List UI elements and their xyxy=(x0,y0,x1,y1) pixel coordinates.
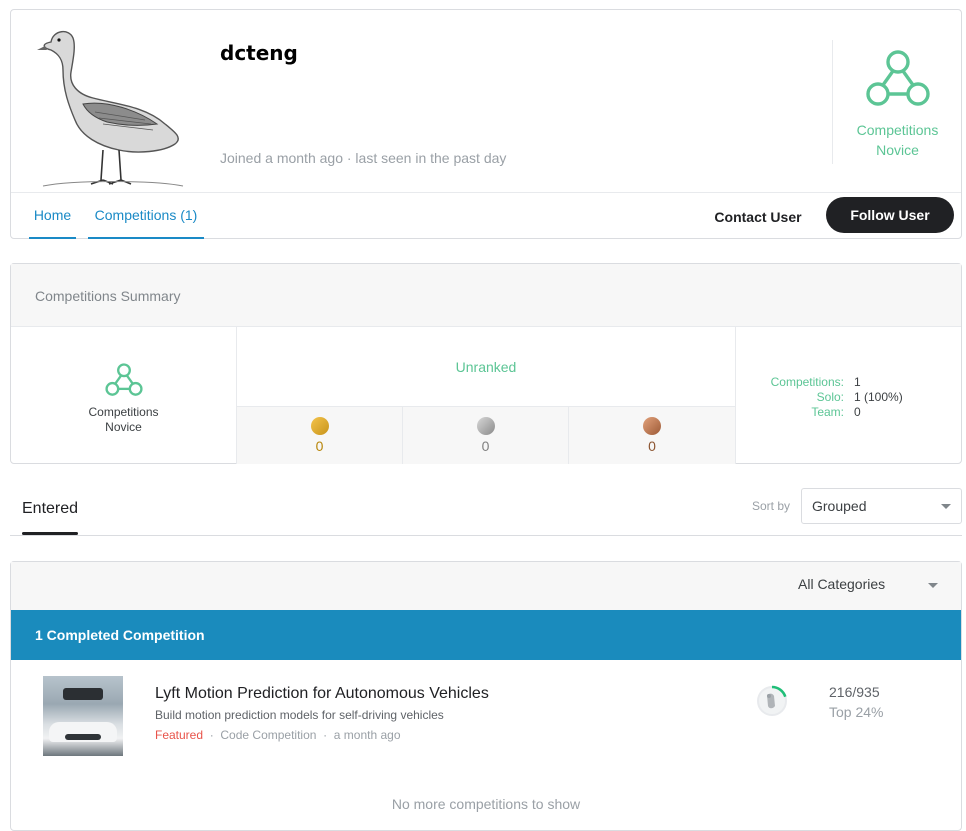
chevron-down-icon xyxy=(941,504,951,509)
competition-kind: Code Competition xyxy=(220,728,317,742)
competition-description: Build motion prediction models for self-… xyxy=(155,708,444,722)
competition-stats: Competitions: 1 Solo: 1 (100%) Team: 0 xyxy=(736,327,962,464)
joined-status: Joined a month ago · last seen in the pa… xyxy=(220,150,507,166)
list-filter-bar: All Categories xyxy=(11,562,961,610)
competitions-summary: Competitions Summary Competitions Novice… xyxy=(10,263,962,464)
stat-solo: Solo: 1 (100%) xyxy=(736,390,962,405)
stat-label: Competitions: xyxy=(770,375,844,389)
stat-label: Solo: xyxy=(816,390,844,404)
competition-meta: Featured · Code Competition · a month ag… xyxy=(155,728,401,742)
stat-competitions: Competitions: 1 xyxy=(736,375,962,390)
no-more-message: No more competitions to show xyxy=(391,796,581,812)
competition-thumbnail[interactable] xyxy=(43,676,123,756)
stat-team: Team: 0 xyxy=(736,405,962,420)
contact-user-button[interactable]: Contact User xyxy=(703,205,813,229)
car-grill xyxy=(65,734,101,740)
meta-separator: · xyxy=(206,728,221,742)
competitions-list: All Categories 1 Completed Competition L… xyxy=(10,561,962,831)
gold-medal-icon xyxy=(310,417,329,435)
sort-select[interactable]: Grouped xyxy=(801,488,962,524)
goose-avatar xyxy=(37,31,184,187)
category-select[interactable]: All Categories xyxy=(798,576,885,592)
bronze-medal: 0 xyxy=(569,407,736,464)
tier-badge: Competitions Novice xyxy=(832,40,962,164)
competition-type: Featured xyxy=(155,728,204,742)
competitions-tier-icon xyxy=(104,363,143,396)
tab-home[interactable]: Home xyxy=(29,193,76,239)
summary-title: Competitions Summary xyxy=(35,288,181,304)
profile-card: dcteng Joined a month ago · last seen in… xyxy=(10,9,962,239)
summary-tier: Competitions Novice xyxy=(11,327,237,464)
tab-competitions[interactable]: Competitions (1) xyxy=(88,193,204,239)
tier-category: Competitions xyxy=(856,122,939,138)
tier-level: Novice xyxy=(876,142,919,158)
gold-medal: 0 xyxy=(237,407,403,464)
follow-user-button[interactable]: Follow User xyxy=(826,197,954,233)
stat-value: 1 xyxy=(854,375,861,389)
tab-entered[interactable]: Entered xyxy=(22,500,78,518)
bronze-medal-icon xyxy=(643,417,661,435)
summary-tier-category: Competitions xyxy=(88,405,159,419)
silver-medal-count: 0 xyxy=(481,438,490,454)
bronze-medal-count: 0 xyxy=(648,438,656,454)
competition-when: a month ago xyxy=(333,728,401,742)
meta-separator: · xyxy=(319,728,334,742)
silver-medal: 0 xyxy=(403,407,569,464)
silver-medal-icon xyxy=(476,417,495,435)
competitions-tier-icon xyxy=(865,50,930,106)
competition-title[interactable]: Lyft Motion Prediction for Autonomous Ve… xyxy=(155,685,489,703)
summary-tier-level: Novice xyxy=(105,420,142,434)
sort-by-label: Sort by xyxy=(752,499,791,513)
chevron-down-icon[interactable] xyxy=(928,583,938,588)
rank-progress-icon xyxy=(757,685,787,716)
username: dcteng xyxy=(220,41,298,65)
sort-value: Grouped xyxy=(812,498,867,514)
competition-rank: 216/935 xyxy=(829,684,880,700)
stat-value: 0 xyxy=(854,405,861,419)
rank-status: Unranked xyxy=(237,327,736,407)
sensor-rack xyxy=(63,688,103,700)
gold-medal-count: 0 xyxy=(315,438,324,454)
completed-header: 1 Completed Competition xyxy=(11,610,961,660)
entered-divider xyxy=(10,535,962,536)
stat-label: Team: xyxy=(811,405,844,419)
competition-top-percent: Top 24% xyxy=(829,704,884,720)
stat-value: 1 (100%) xyxy=(854,390,903,404)
